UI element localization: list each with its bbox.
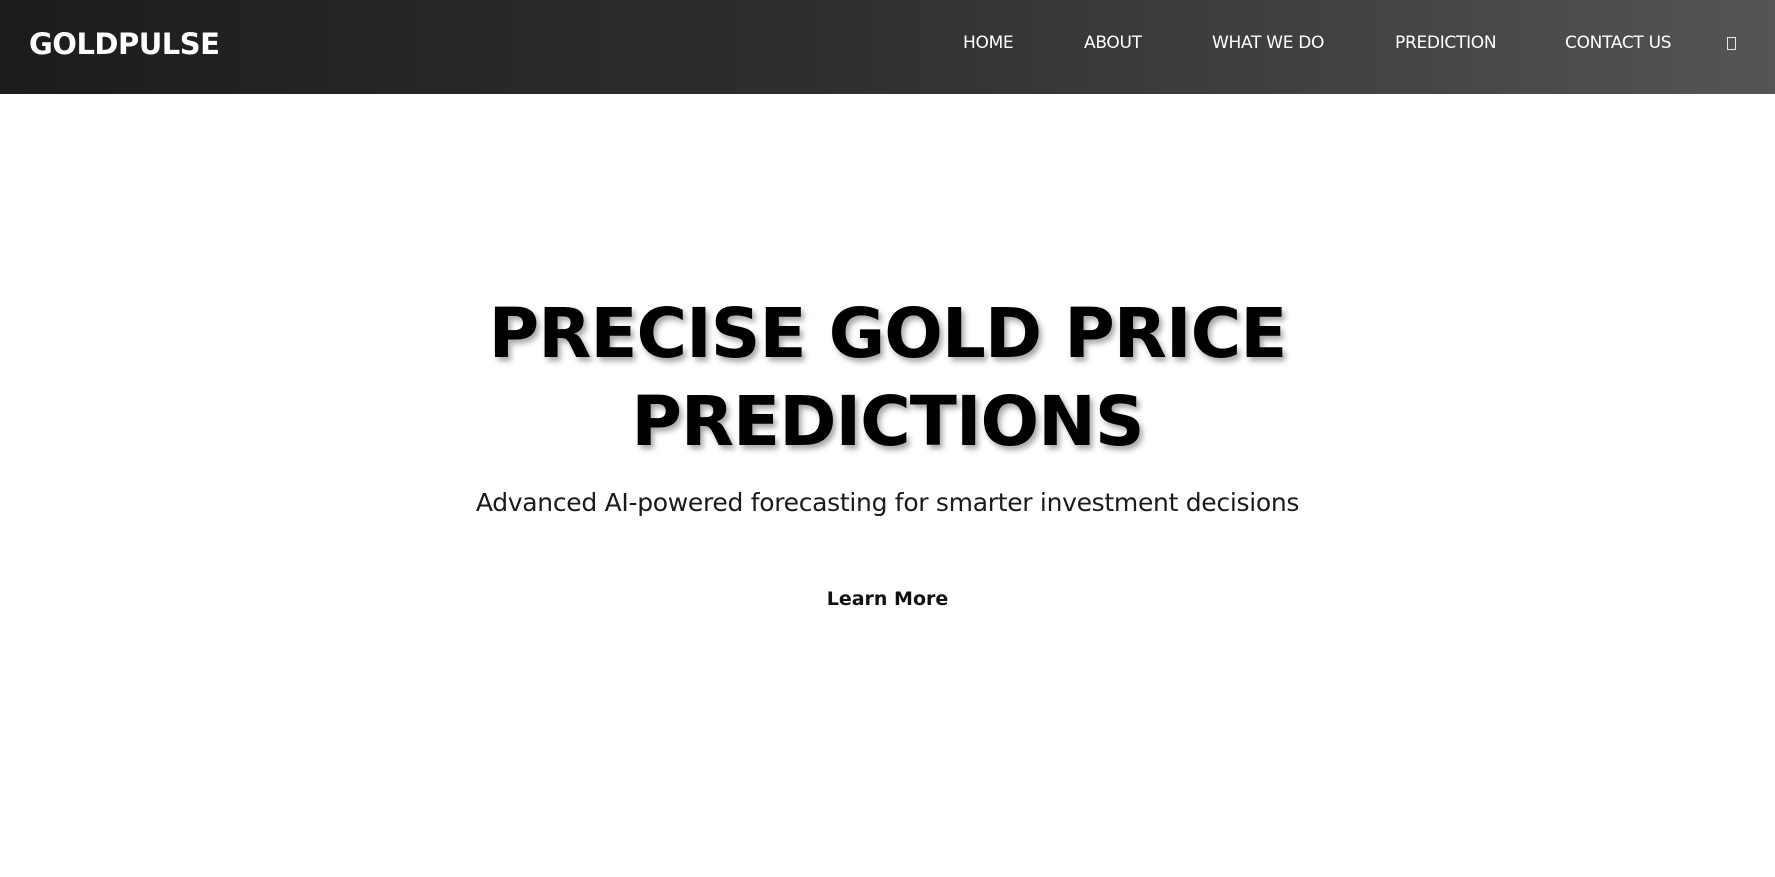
nav-link-contact-us[interactable]: CONTACT US [1565,28,1672,58]
learn-more-button[interactable]: Learn More [790,581,985,617]
hero-subtitle: Advanced AI-powered forecasting for smar… [475,488,1300,517]
menu-icon[interactable] [1727,37,1736,50]
nav-link-about[interactable]: ABOUT [1084,28,1142,58]
hero-section: PRECISE GOLD PRICE PREDICTIONS Advanced … [0,94,1775,877]
top-navbar: GOLDPULSE HOME ABOUT WHAT WE DO PREDICTI… [0,0,1775,94]
nav-links: HOME ABOUT WHAT WE DO PREDICTION CONTACT… [0,28,1775,58]
hero-title-line-1: PRECISE GOLD PRICE [488,294,1288,374]
nav-link-home[interactable]: HOME [963,28,1014,58]
hero-title: PRECISE GOLD PRICE PREDICTIONS [0,290,1775,466]
hero-title-line-2: PREDICTIONS [631,382,1144,462]
nav-link-what-we-do[interactable]: WHAT WE DO [1212,28,1324,58]
nav-link-prediction[interactable]: PREDICTION [1395,28,1497,58]
